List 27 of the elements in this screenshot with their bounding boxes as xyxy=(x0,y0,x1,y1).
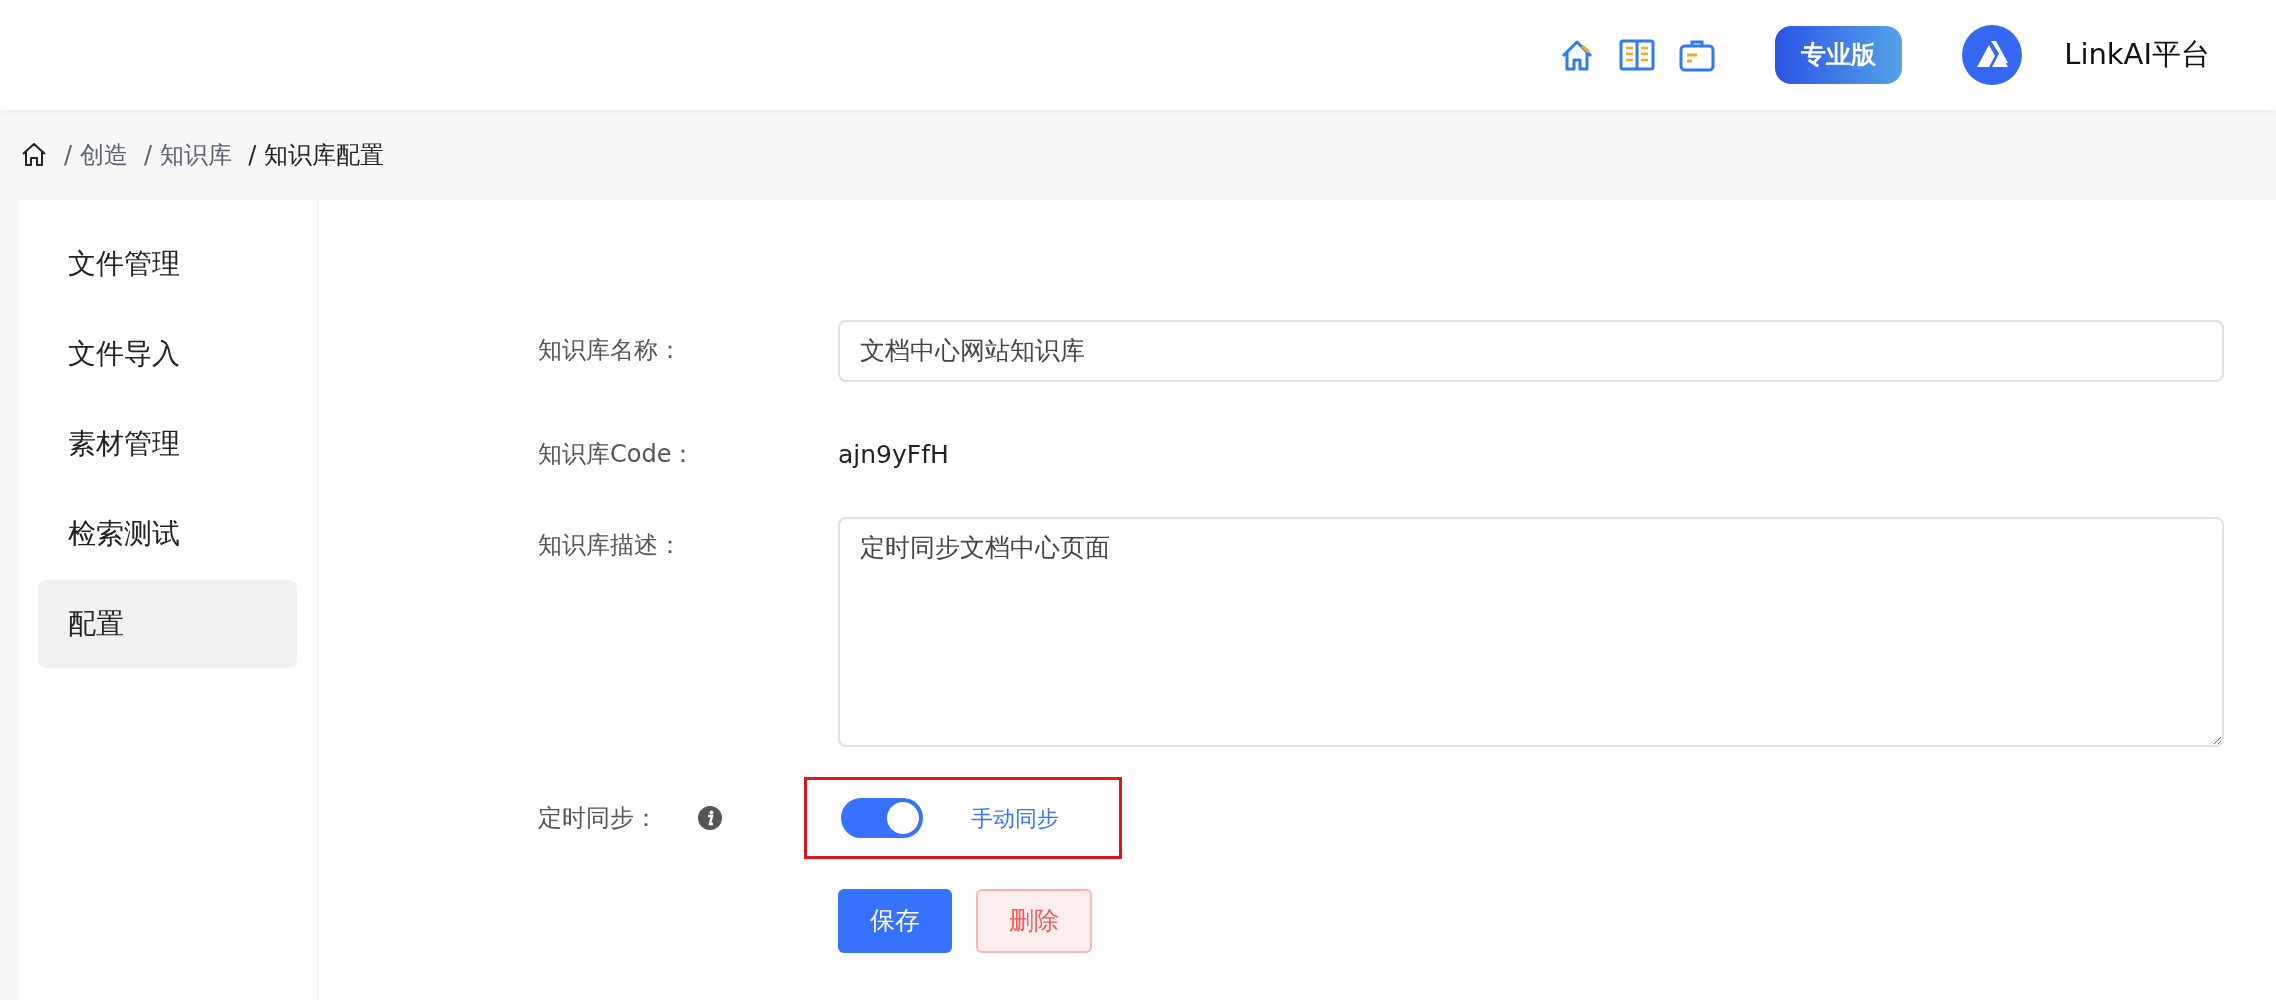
toggle-switch[interactable] xyxy=(841,798,923,838)
breadcrumb-separator: / xyxy=(248,140,257,171)
name-input[interactable]: 文档中心网站知识库 xyxy=(838,320,2224,382)
info-icon[interactable] xyxy=(698,806,722,830)
breadcrumb-link[interactable]: 创造 xyxy=(80,137,129,173)
breadcrumb-link[interactable]: 知识库 xyxy=(160,137,233,173)
code-value: ajn9yFfH xyxy=(838,438,949,471)
sidebar-item[interactable]: 素材管理 xyxy=(38,400,297,488)
save-button[interactable]: 保存 xyxy=(838,889,952,953)
pro-badge[interactable]: 专业版 xyxy=(1775,26,1903,84)
sidebar-item[interactable]: 配置 xyxy=(38,580,297,668)
manual-sync-link[interactable]: 手动同步 xyxy=(971,801,1059,835)
breadcrumb-separator: / xyxy=(144,140,153,171)
field-label: 定时同步： xyxy=(538,803,658,834)
sidebar-item[interactable]: 文件导入 xyxy=(38,310,297,398)
home-icon[interactable] xyxy=(20,141,48,169)
field-label: 知识库Code： xyxy=(538,438,697,470)
brand-name: LinkAI平台 xyxy=(2064,36,2210,74)
field-label: 知识库描述： xyxy=(538,530,683,561)
breadcrumb-separator: / xyxy=(64,140,73,171)
field-label: 知识库名称： xyxy=(538,335,683,366)
book-icon[interactable] xyxy=(1619,37,1656,73)
sidebar-item[interactable]: 文件管理 xyxy=(38,220,297,308)
sidebar-item[interactable]: 检索测试 xyxy=(38,490,297,578)
logo-icon xyxy=(1962,25,2023,85)
breadcrumb-current: 知识库配置 xyxy=(264,140,385,171)
description-textarea[interactable]: 定时同步文档中心页面 xyxy=(838,517,2224,747)
